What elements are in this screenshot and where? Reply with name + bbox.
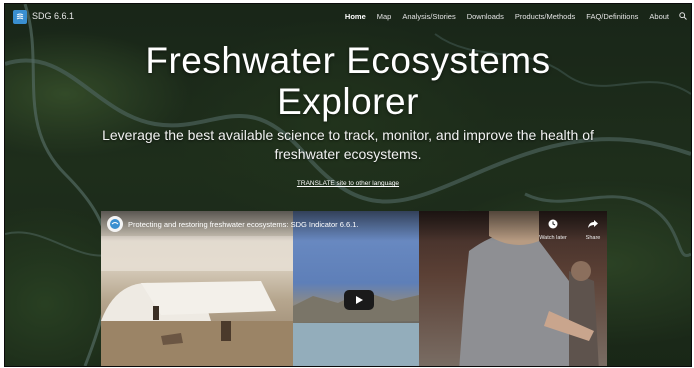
- watch-later-button[interactable]: Watch later: [539, 216, 567, 241]
- nav-item-downloads[interactable]: Downloads: [467, 12, 504, 22]
- nav-item-map[interactable]: Map: [377, 12, 392, 22]
- nav-item-products-methods[interactable]: Products/Methods: [515, 12, 575, 22]
- page-title: Freshwater Ecosystems Explorer: [5, 40, 691, 122]
- nav-item-faq-definitions[interactable]: FAQ/Definitions: [586, 12, 638, 22]
- share-button[interactable]: Share: [581, 216, 605, 241]
- play-icon: [356, 296, 363, 304]
- nav-item-analysis-stories[interactable]: Analysis/Stories: [402, 12, 455, 22]
- video-title[interactable]: Protecting and restoring freshwater ecos…: [128, 220, 359, 229]
- browser-viewport: SDG 6.6.1 Home Map Analysis/Stories Down…: [4, 3, 692, 367]
- channel-avatar[interactable]: [107, 216, 123, 232]
- nav-menu: Home Map Analysis/Stories Downloads Prod…: [334, 12, 687, 22]
- sdg-logo-icon[interactable]: [13, 10, 27, 24]
- share-arrow-icon: [588, 216, 598, 233]
- translate-link[interactable]: TRANSLATE site to other language: [5, 180, 691, 187]
- embedded-video-player[interactable]: Protecting and restoring freshwater ecos…: [101, 211, 607, 366]
- share-label: Share: [585, 235, 601, 241]
- nav-item-about[interactable]: About: [649, 12, 669, 22]
- brand-name[interactable]: SDG 6.6.1: [32, 11, 74, 21]
- clock-icon: [548, 216, 558, 233]
- watch-later-label: Watch later: [539, 235, 567, 241]
- play-button[interactable]: [344, 290, 374, 310]
- search-icon[interactable]: [679, 12, 687, 22]
- nav-item-home[interactable]: Home: [345, 12, 366, 22]
- page-title-line-1: Freshwater Ecosystems: [145, 40, 551, 81]
- hero-subtitle: Leverage the best available science to t…: [102, 127, 594, 162]
- top-navigation: SDG 6.6.1 Home Map Analysis/Stories Down…: [5, 4, 691, 32]
- page-title-line-2: Explorer: [277, 81, 419, 122]
